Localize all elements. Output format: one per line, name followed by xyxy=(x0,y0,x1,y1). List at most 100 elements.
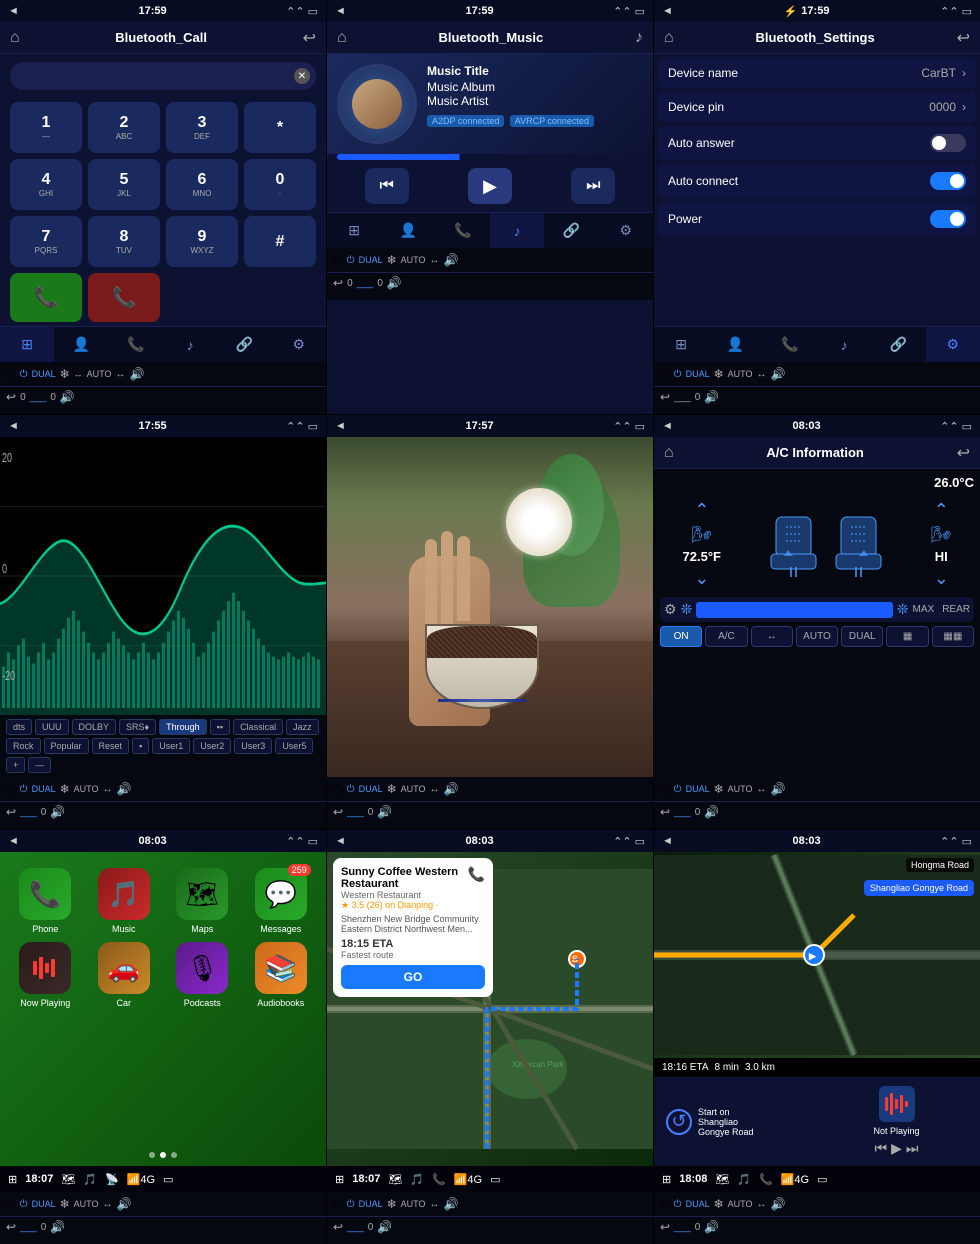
eq-btn-dolby[interactable]: DOLBY xyxy=(72,719,117,735)
arrows-ctrl-2[interactable]: ↔ xyxy=(430,255,440,266)
power-toggle[interactable] xyxy=(930,210,966,228)
ac-ac-btn[interactable]: A/C xyxy=(705,626,747,647)
back-arrow-3[interactable]: ◄ xyxy=(662,5,673,17)
power-row[interactable]: Power xyxy=(658,202,976,236)
dial-7[interactable]: 7PQRS xyxy=(10,216,82,267)
vol2-ctrl-3[interactable]: 🔊 xyxy=(704,390,719,404)
tab-music-1[interactable]: ♪ xyxy=(163,327,217,362)
back-ctrl-3[interactable]: ↩ xyxy=(660,390,670,404)
auto-answer-row[interactable]: Auto answer xyxy=(658,126,976,160)
fan-settings-icon[interactable]: ⚙ xyxy=(664,601,677,618)
ac-dual-btn[interactable]: DUAL xyxy=(841,626,883,647)
auto-connect-toggle[interactable] xyxy=(930,172,966,190)
tab-settings-3[interactable]: ⚙ xyxy=(926,327,980,362)
app-nowplaying[interactable]: Now Playing xyxy=(10,942,81,1008)
back-ctrl-1[interactable]: ↩ xyxy=(6,390,16,404)
power-ctrl-4[interactable]: ⏻ xyxy=(20,784,28,795)
back-arrow-7[interactable]: ◄ xyxy=(8,835,19,847)
tab-person-3[interactable]: 👤 xyxy=(708,327,762,362)
vol-ctrl-1[interactable]: 🔊 xyxy=(130,367,145,381)
back-ctrl-4[interactable]: ↩ xyxy=(6,805,16,819)
eq-btn-popular[interactable]: Popular xyxy=(44,738,89,754)
power-ctrl-9[interactable]: ⏻ xyxy=(674,1199,682,1210)
ac-on-btn[interactable]: ON xyxy=(660,626,702,647)
ac-auto-btn[interactable]: AUTO xyxy=(796,626,838,647)
vol-ctrl-2[interactable]: 🔊 xyxy=(444,253,459,267)
eq-btn-user1[interactable]: User1 xyxy=(152,738,190,754)
ac-recirculate-btn[interactable]: ↔ xyxy=(751,626,793,647)
back-ctrl-6[interactable]: ↩ xyxy=(660,805,670,819)
tab-music-3[interactable]: ♪ xyxy=(817,327,871,362)
eq-btn-add[interactable]: + xyxy=(6,757,25,773)
arrows-ctrl-9[interactable]: ↔ xyxy=(757,1199,767,1210)
back-arrow-8[interactable]: ◄ xyxy=(335,835,346,847)
prev-button[interactable]: ⏮ xyxy=(365,168,409,204)
vol-ctrl-6[interactable]: 🔊 xyxy=(771,782,786,796)
home-ctrl-9[interactable]: ⌂ xyxy=(660,1195,670,1213)
phone-call-icon[interactable]: 📞 xyxy=(468,866,485,883)
tab-phone-2[interactable]: 📞 xyxy=(436,213,490,248)
vol2-ctrl-8[interactable]: 🔊 xyxy=(377,1220,392,1234)
app-messages[interactable]: 💬 259 Messages xyxy=(246,868,317,934)
vol-ctrl-3[interactable]: 🔊 xyxy=(771,367,786,381)
eq-btn-through[interactable]: Through xyxy=(159,719,207,735)
snow-ctrl-6[interactable]: ❄ xyxy=(714,782,724,796)
home-ctrl-1[interactable]: ⌂ xyxy=(6,365,16,383)
back-arrow-5[interactable]: ◄ xyxy=(335,420,346,432)
play-button[interactable]: ▶ xyxy=(468,168,512,204)
eq-btn-user5[interactable]: User5 xyxy=(275,738,313,754)
home-ctrl-8[interactable]: ⌂ xyxy=(333,1195,343,1213)
arrows-ctrl-5[interactable]: ↔ xyxy=(430,784,440,795)
home-ctrl-4[interactable]: ⌂ xyxy=(6,780,16,798)
dial-star[interactable]: * xyxy=(244,102,316,153)
home-icon-1[interactable]: ⌂ xyxy=(10,29,20,47)
tab-grid-1[interactable]: ⊞ xyxy=(0,327,54,362)
back-icon-3[interactable]: ↩ xyxy=(957,28,970,48)
dial-3[interactable]: 3DEF xyxy=(166,102,238,153)
vol2-ctrl-6[interactable]: 🔊 xyxy=(704,805,719,819)
app-maps[interactable]: 🗺 Maps xyxy=(167,868,238,934)
power-ctrl-2[interactable]: ⏻ xyxy=(347,255,355,266)
fan-icon[interactable]: ❊ xyxy=(681,601,693,618)
right-temp-down[interactable]: ⌄ xyxy=(934,568,949,589)
tab-link-3[interactable]: 🔗 xyxy=(871,327,925,362)
snow-ctrl-2[interactable]: ❄ xyxy=(387,253,397,267)
back-icon-1[interactable]: ↩ xyxy=(303,28,316,48)
arrows-ctrl-8[interactable]: ↔ xyxy=(430,1199,440,1210)
snow-ctrl-8[interactable]: ❄ xyxy=(387,1197,397,1211)
tab-settings-2[interactable]: ⚙ xyxy=(599,213,653,248)
dial-4[interactable]: 4GHI xyxy=(10,159,82,210)
home-ctrl-3[interactable]: ⌂ xyxy=(660,365,670,383)
eq-btn-rock[interactable]: Rock xyxy=(6,738,41,754)
vol-ctrl-4[interactable]: 🔊 xyxy=(117,782,132,796)
np-play[interactable]: ▶ xyxy=(891,1140,902,1157)
tab-link-2[interactable]: 🔗 xyxy=(544,213,598,248)
left-temp-down[interactable]: ⌄ xyxy=(694,568,709,589)
back-ctrl-5[interactable]: ↩ xyxy=(333,805,343,819)
home-ctrl-6[interactable]: ⌂ xyxy=(660,780,670,798)
eq-btn-classical[interactable]: Classical xyxy=(233,719,283,735)
dial-8[interactable]: 8TUV xyxy=(88,216,160,267)
power-ctrl-1[interactable]: ⏻ xyxy=(20,369,28,380)
home-ctrl-2[interactable]: ⌂ xyxy=(333,251,343,269)
vol2-ctrl-5[interactable]: 🔊 xyxy=(377,805,392,819)
phone-input-bar[interactable]: ✕ xyxy=(10,62,316,90)
np-next[interactable]: ⏭ xyxy=(906,1140,919,1157)
fan-icon2[interactable]: ❊ xyxy=(897,601,909,618)
home-icon-3[interactable]: ⌂ xyxy=(664,29,674,47)
right-temp-up[interactable]: ⌃ xyxy=(934,500,949,521)
next-button[interactable]: ⏭ xyxy=(571,168,615,204)
arrows-ctrl-1[interactable]: ↔ xyxy=(116,369,126,380)
dial-1[interactable]: 1— xyxy=(10,102,82,153)
dial-9[interactable]: 9WXYZ xyxy=(166,216,238,267)
eq-btn-extra[interactable]: ▪▪ xyxy=(210,719,230,735)
back-ctrl-9[interactable]: ↩ xyxy=(660,1220,670,1234)
eq-btn-reset[interactable]: Reset xyxy=(92,738,130,754)
home-icon-2[interactable]: ⌂ xyxy=(337,29,347,47)
back-arrow-2[interactable]: ◄ xyxy=(335,5,346,17)
arrows-ctrl-4[interactable]: ↔ xyxy=(103,784,113,795)
eq-btn-dts[interactable]: dts xyxy=(6,719,32,735)
power-ctrl-8[interactable]: ⏻ xyxy=(347,1199,355,1210)
tab-grid-3[interactable]: ⊞ xyxy=(654,327,708,362)
tab-phone-3[interactable]: 📞 xyxy=(763,327,817,362)
